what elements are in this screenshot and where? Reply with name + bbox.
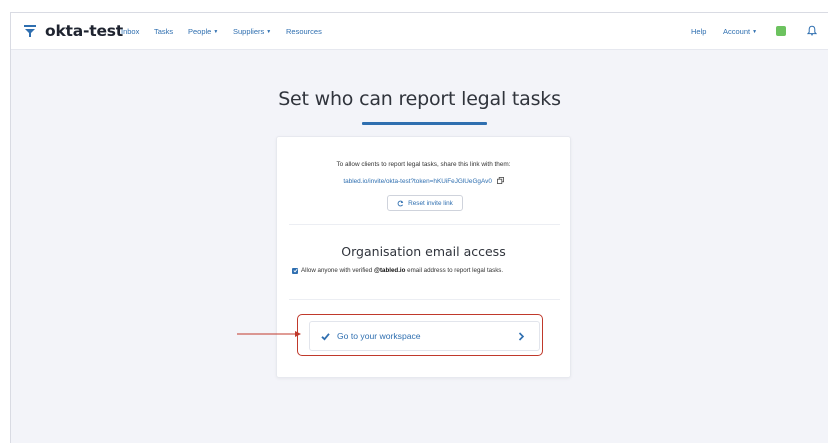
refresh-icon — [397, 200, 404, 206]
reset-invite-link-button[interactable]: Reset invite link — [387, 195, 463, 211]
invite-link-row: tabled.io/invite/okta-test?token=hKUiFeJ… — [277, 177, 570, 185]
caret-down-icon: ▼ — [213, 29, 219, 35]
status-indicator[interactable] — [776, 26, 786, 36]
divider — [289, 224, 560, 225]
org-access-row: Allow anyone with verified @tabled.io em… — [292, 267, 562, 274]
org-access-checkbox[interactable] — [292, 267, 298, 274]
org-access-domain: @tabled.io — [373, 267, 406, 274]
nav-suppliers[interactable]: Suppliers ▼ — [233, 27, 271, 36]
share-instructions: To allow clients to report legal tasks, … — [336, 161, 511, 168]
brand[interactable]: okta-test — [24, 22, 123, 40]
top-navbar: okta-test Inbox Tasks People ▼ Suppliers ▼… — [11, 13, 828, 50]
go-to-workspace-button[interactable]: Go to your workspace — [309, 321, 540, 351]
title-underline — [362, 122, 487, 125]
org-access-title: Organisation email access — [341, 244, 506, 259]
nav-account[interactable]: Account ▼ — [723, 27, 757, 36]
invite-link[interactable]: tabled.io/invite/okta-test?token=hKUiFeJ… — [343, 178, 492, 185]
bell-icon[interactable] — [807, 25, 817, 37]
nav-tasks[interactable]: Tasks — [154, 27, 173, 36]
nav-suppliers-label: Suppliers — [233, 27, 265, 36]
copy-icon[interactable] — [496, 177, 504, 184]
nav-people[interactable]: People ▼ — [188, 27, 218, 36]
caret-down-icon: ▼ — [266, 29, 272, 35]
chevron-right-icon — [518, 331, 525, 341]
app-window: okta-test Inbox Tasks People ▼ Suppliers ▼… — [10, 12, 828, 443]
brand-name: okta-test — [45, 22, 124, 40]
nav-inbox[interactable]: Inbox — [121, 27, 139, 36]
page-title: Set who can report legal tasks — [278, 88, 561, 110]
nav-resources[interactable]: Resources — [286, 27, 322, 36]
checkmark-icon — [292, 268, 298, 273]
org-access-text-after: email address to report legal tasks. — [407, 267, 504, 274]
funnel-logo-icon — [24, 25, 36, 37]
reset-invite-link-label: Reset invite link — [408, 199, 453, 207]
nav-people-label: People — [188, 27, 212, 36]
caret-down-icon: ▼ — [752, 29, 758, 35]
annotation-arrow — [237, 331, 301, 337]
nav-account-label: Account — [723, 27, 751, 36]
go-to-workspace-label: Go to your workspace — [337, 331, 421, 341]
nav-help[interactable]: Help — [691, 27, 706, 36]
org-access-text-before: Allow anyone with verified — [301, 267, 373, 274]
divider — [289, 299, 560, 300]
checkmark-icon — [321, 332, 330, 341]
